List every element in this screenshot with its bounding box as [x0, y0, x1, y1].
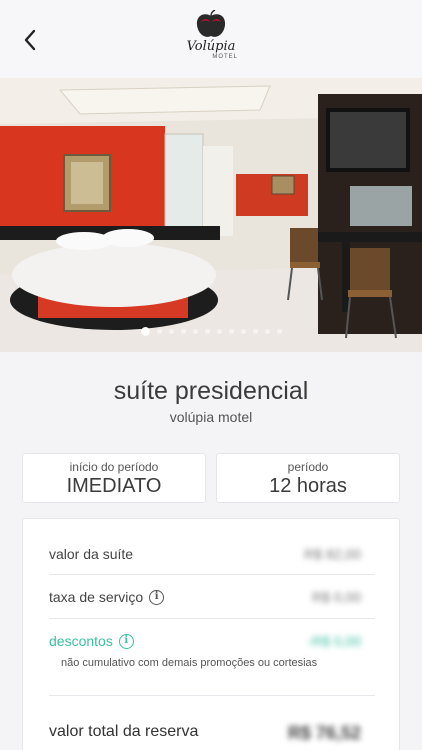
period-start-value: IMEDIATO: [66, 475, 162, 497]
motel-name: volúpia motel: [169, 409, 253, 425]
period-card[interactable]: período 12 horas: [216, 453, 400, 503]
period-start-label: início do período: [69, 460, 159, 474]
divider: [49, 618, 375, 619]
gallery-dot[interactable]: [156, 329, 162, 334]
service-fee-label: taxa de serviço: [49, 589, 144, 605]
motel-logo: Volúpia MOTEL: [174, 10, 248, 68]
total-amount: R$ 76,52: [287, 723, 361, 743]
service-fee-amount: R$ 0,00: [311, 589, 361, 605]
back-button[interactable]: [14, 24, 46, 56]
gallery-dot[interactable]: [228, 329, 234, 334]
discounts-label: descontos: [49, 633, 113, 649]
period-value: 12 horas: [269, 475, 347, 497]
suite-photo[interactable]: [0, 78, 422, 352]
gallery-dot[interactable]: [140, 327, 150, 336]
gallery-dot[interactable]: [240, 329, 246, 334]
gallery-dot[interactable]: [216, 329, 222, 334]
total-row: valor total da reserva R$ 76,52: [49, 723, 375, 743]
gallery-pagination[interactable]: [0, 327, 422, 336]
suite-title: suíte presidencial: [113, 377, 309, 405]
service-fee-row: taxa de serviço i R$ 0,00: [49, 589, 375, 605]
divider: [49, 574, 375, 575]
gallery-dot[interactable]: [252, 329, 258, 334]
gallery-dot[interactable]: [192, 329, 198, 334]
logo-name: Volúpia: [186, 39, 236, 54]
price-summary-card: valor da suíte R$ 82,00 taxa de serviço …: [22, 518, 400, 750]
apple-logo-icon: [196, 10, 226, 37]
info-icon[interactable]: i: [149, 589, 165, 605]
gallery-dot[interactable]: [276, 329, 282, 334]
discounts-row: descontos i -R$ 0,00: [49, 633, 375, 649]
gallery-dot[interactable]: [204, 329, 210, 334]
period-start-card[interactable]: início do período IMEDIATO: [22, 453, 206, 503]
header: Volúpia MOTEL: [0, 0, 422, 78]
chevron-left-icon: [24, 29, 36, 51]
logo-subtitle: MOTEL: [212, 54, 238, 60]
divider: [49, 695, 375, 696]
suite-value-row: valor da suíte R$ 82,00: [49, 546, 375, 562]
gallery-dot[interactable]: [180, 329, 186, 334]
discounts-amount: -R$ 0,00: [307, 633, 361, 649]
discounts-note: não cumulativo com demais promoções ou c…: [61, 657, 318, 669]
gallery-dot[interactable]: [264, 329, 270, 334]
suite-value-amount: R$ 82,00: [304, 546, 361, 562]
info-icon[interactable]: i: [118, 633, 134, 649]
gallery-dot[interactable]: [168, 329, 174, 334]
period-label: período: [287, 460, 329, 474]
